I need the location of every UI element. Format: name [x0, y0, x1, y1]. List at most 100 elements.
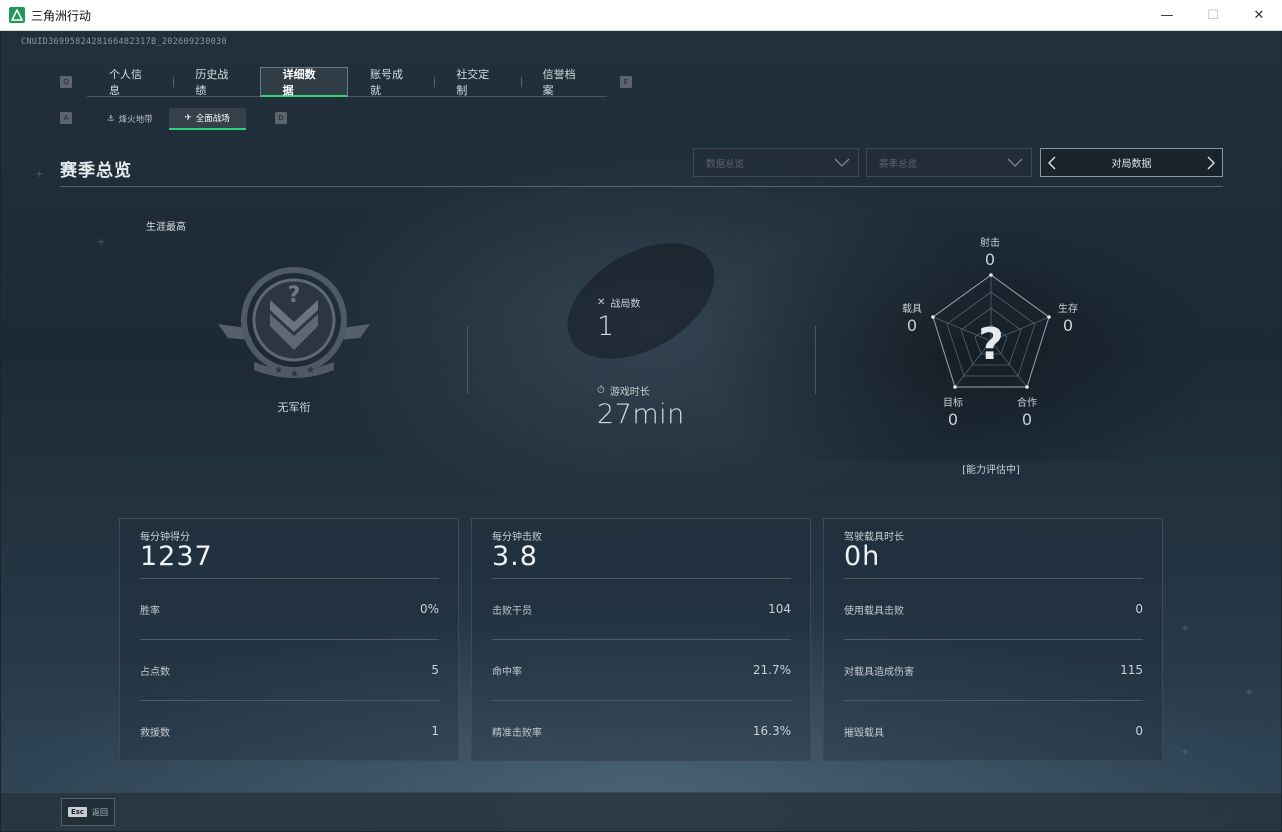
divider [467, 326, 468, 394]
maximize-button[interactable]: ☐ [1190, 0, 1236, 31]
tab-personal-info[interactable]: 个人信息 [87, 67, 173, 97]
row-value: 104 [768, 602, 791, 616]
tab-label: 信誉档案 [542, 68, 576, 97]
chevron-left-icon[interactable] [1041, 149, 1063, 176]
tab-detailed-data[interactable]: 详细数据 [259, 67, 348, 97]
row-value: 0% [419, 602, 439, 616]
row-label: 占点数 [140, 666, 170, 678]
stat-card-kills: 每分钟击败 3.8 击败干员 104 命中率 21.7% 精准击败率 16.3% [471, 518, 811, 761]
app-icon [9, 7, 25, 23]
card-main-value: 3.8 [492, 541, 538, 572]
row-label: 精准击败率 [492, 727, 542, 739]
rank-emblem-icon: ? ★ ★ ★ [218, 267, 370, 380]
career-highest-label: 生涯最高 [146, 222, 186, 233]
tab-label: 社交定制 [456, 68, 490, 97]
data-overview-dropdown[interactable]: 数据总览 [693, 148, 859, 177]
player-uid: CNUID3699582428166482317B_202609230030 [21, 37, 227, 47]
dropdown-value: 赛季总览 [879, 158, 918, 170]
radar-label-cooperation: 合作 [1017, 398, 1037, 409]
minimize-icon: — [1160, 8, 1174, 23]
close-button[interactable]: ✕ [1236, 0, 1282, 31]
row-value: 0 [1135, 602, 1143, 616]
decor-cross: + [1245, 687, 1254, 698]
sub-tab-bar: ⚓ 烽火地带 ✈ 全面战场 [91, 108, 246, 130]
row-label: 击败干员 [492, 605, 532, 617]
radar-label-survival: 生存 [1058, 304, 1078, 315]
back-button[interactable]: Esc 返回 [61, 798, 115, 826]
tab-social[interactable]: 社交定制 [434, 67, 520, 97]
radar-label-shooting: 射击 [980, 238, 1000, 249]
chevron-right-icon[interactable] [1200, 149, 1222, 176]
tab-label: 账号成就 [369, 68, 403, 97]
window-title: 三角洲行动 [31, 8, 92, 23]
playtime-value: 27min [597, 399, 685, 430]
decor-cross: + [97, 237, 106, 248]
subtab-label: 烽火地带 [118, 115, 153, 125]
crossed-swords-icon: ✕ [597, 297, 606, 308]
season-overview-dropdown[interactable]: 赛季总览 [866, 148, 1032, 177]
tab-history[interactable]: 历史战绩 [173, 67, 259, 97]
card-row: 使用载具击败 0 [844, 578, 1143, 639]
card-row: 摧毁载具 0 [844, 700, 1143, 761]
ability-evaluating-note: [能力评估中] [962, 465, 1020, 476]
esc-key-hint: Esc [67, 807, 88, 817]
card-row: 胜率 0% [140, 578, 439, 639]
svg-text:★: ★ [274, 365, 283, 376]
radar-value-cooperation: 0 [1021, 410, 1033, 429]
card-row: 占点数 5 [140, 639, 439, 700]
stopwatch-icon: ⏱ [597, 385, 605, 396]
radar-value-shooting: 0 [984, 250, 996, 269]
ability-radar-chart: ? [931, 273, 1051, 389]
page-title: 赛季总览 [60, 161, 132, 181]
playtime-label: ⏱ 游戏时长 [597, 383, 650, 398]
wings-icon: ✈ [184, 113, 192, 123]
card-row: 命中率 21.7% [492, 639, 791, 700]
decor-cross: + [35, 169, 44, 180]
header-divider [60, 186, 1223, 187]
radar-value-objective: 0 [947, 410, 959, 429]
chevron-down-icon [1005, 153, 1025, 173]
row-value: 0 [1135, 724, 1143, 738]
dropdown-value: 数据总览 [706, 158, 745, 170]
key-hint-e: E [620, 76, 632, 88]
card-row: 救援数 1 [140, 700, 439, 761]
tab-label: 详细数据 [282, 67, 316, 97]
decor-cross: + [1181, 747, 1190, 758]
row-label: 使用载具击败 [844, 605, 904, 617]
tab-label: 个人信息 [109, 68, 142, 97]
radar-value-vehicle: 0 [906, 316, 918, 335]
card-row: 对载具造成伤害 115 [844, 639, 1143, 700]
row-value: 21.7% [752, 663, 791, 677]
main-tab-bar: 个人信息 历史战绩 详细数据 账号成就 社交定制 信誉档案 [87, 67, 607, 97]
row-value: 5 [431, 663, 439, 677]
playtime-label-text: 游戏时长 [609, 387, 650, 398]
matches-label: ✕ 战局数 [597, 295, 640, 310]
card-main-value: 1237 [140, 541, 213, 572]
game-viewport: + + + + + CNUID3699582428166482317B_2026… [1, 31, 1281, 831]
matches-label-text: 战局数 [610, 299, 641, 310]
divider [815, 326, 816, 394]
window-titlebar: 三角洲行动 — ☐ ✕ [0, 0, 1282, 31]
subtab-label: 全面战场 [195, 114, 230, 124]
row-label: 胜率 [140, 605, 160, 617]
match-data-stepper[interactable]: 对局数据 [1040, 148, 1223, 177]
maximize-icon: ☐ [1207, 8, 1219, 23]
row-value: 1 [431, 724, 439, 738]
card-row: 精准击败率 16.3% [492, 700, 791, 761]
subtab-hazard-zone[interactable]: ⚓ 烽火地带 [91, 108, 169, 130]
radar-center-text: ? [978, 319, 1004, 370]
row-label: 摧毁载具 [844, 727, 884, 739]
minimize-button[interactable]: — [1144, 0, 1190, 31]
subtab-full-battlefield[interactable]: ✈ 全面战场 [168, 108, 246, 130]
tab-reputation[interactable]: 信誉档案 [520, 67, 607, 97]
stat-card-score: 每分钟得分 1237 胜率 0% 占点数 5 救援数 1 [119, 518, 459, 761]
decor-cross: + [1181, 623, 1190, 634]
stepper-value: 对局数据 [1111, 159, 1152, 170]
svg-text:★: ★ [290, 369, 299, 380]
chevron-down-icon [832, 153, 852, 173]
tab-label: 历史战绩 [195, 68, 229, 97]
tab-achievements[interactable]: 账号成就 [348, 67, 434, 97]
radar-label-vehicle: 载具 [902, 304, 922, 315]
close-icon: ✕ [1253, 8, 1265, 23]
key-hint-d: D [275, 112, 287, 124]
